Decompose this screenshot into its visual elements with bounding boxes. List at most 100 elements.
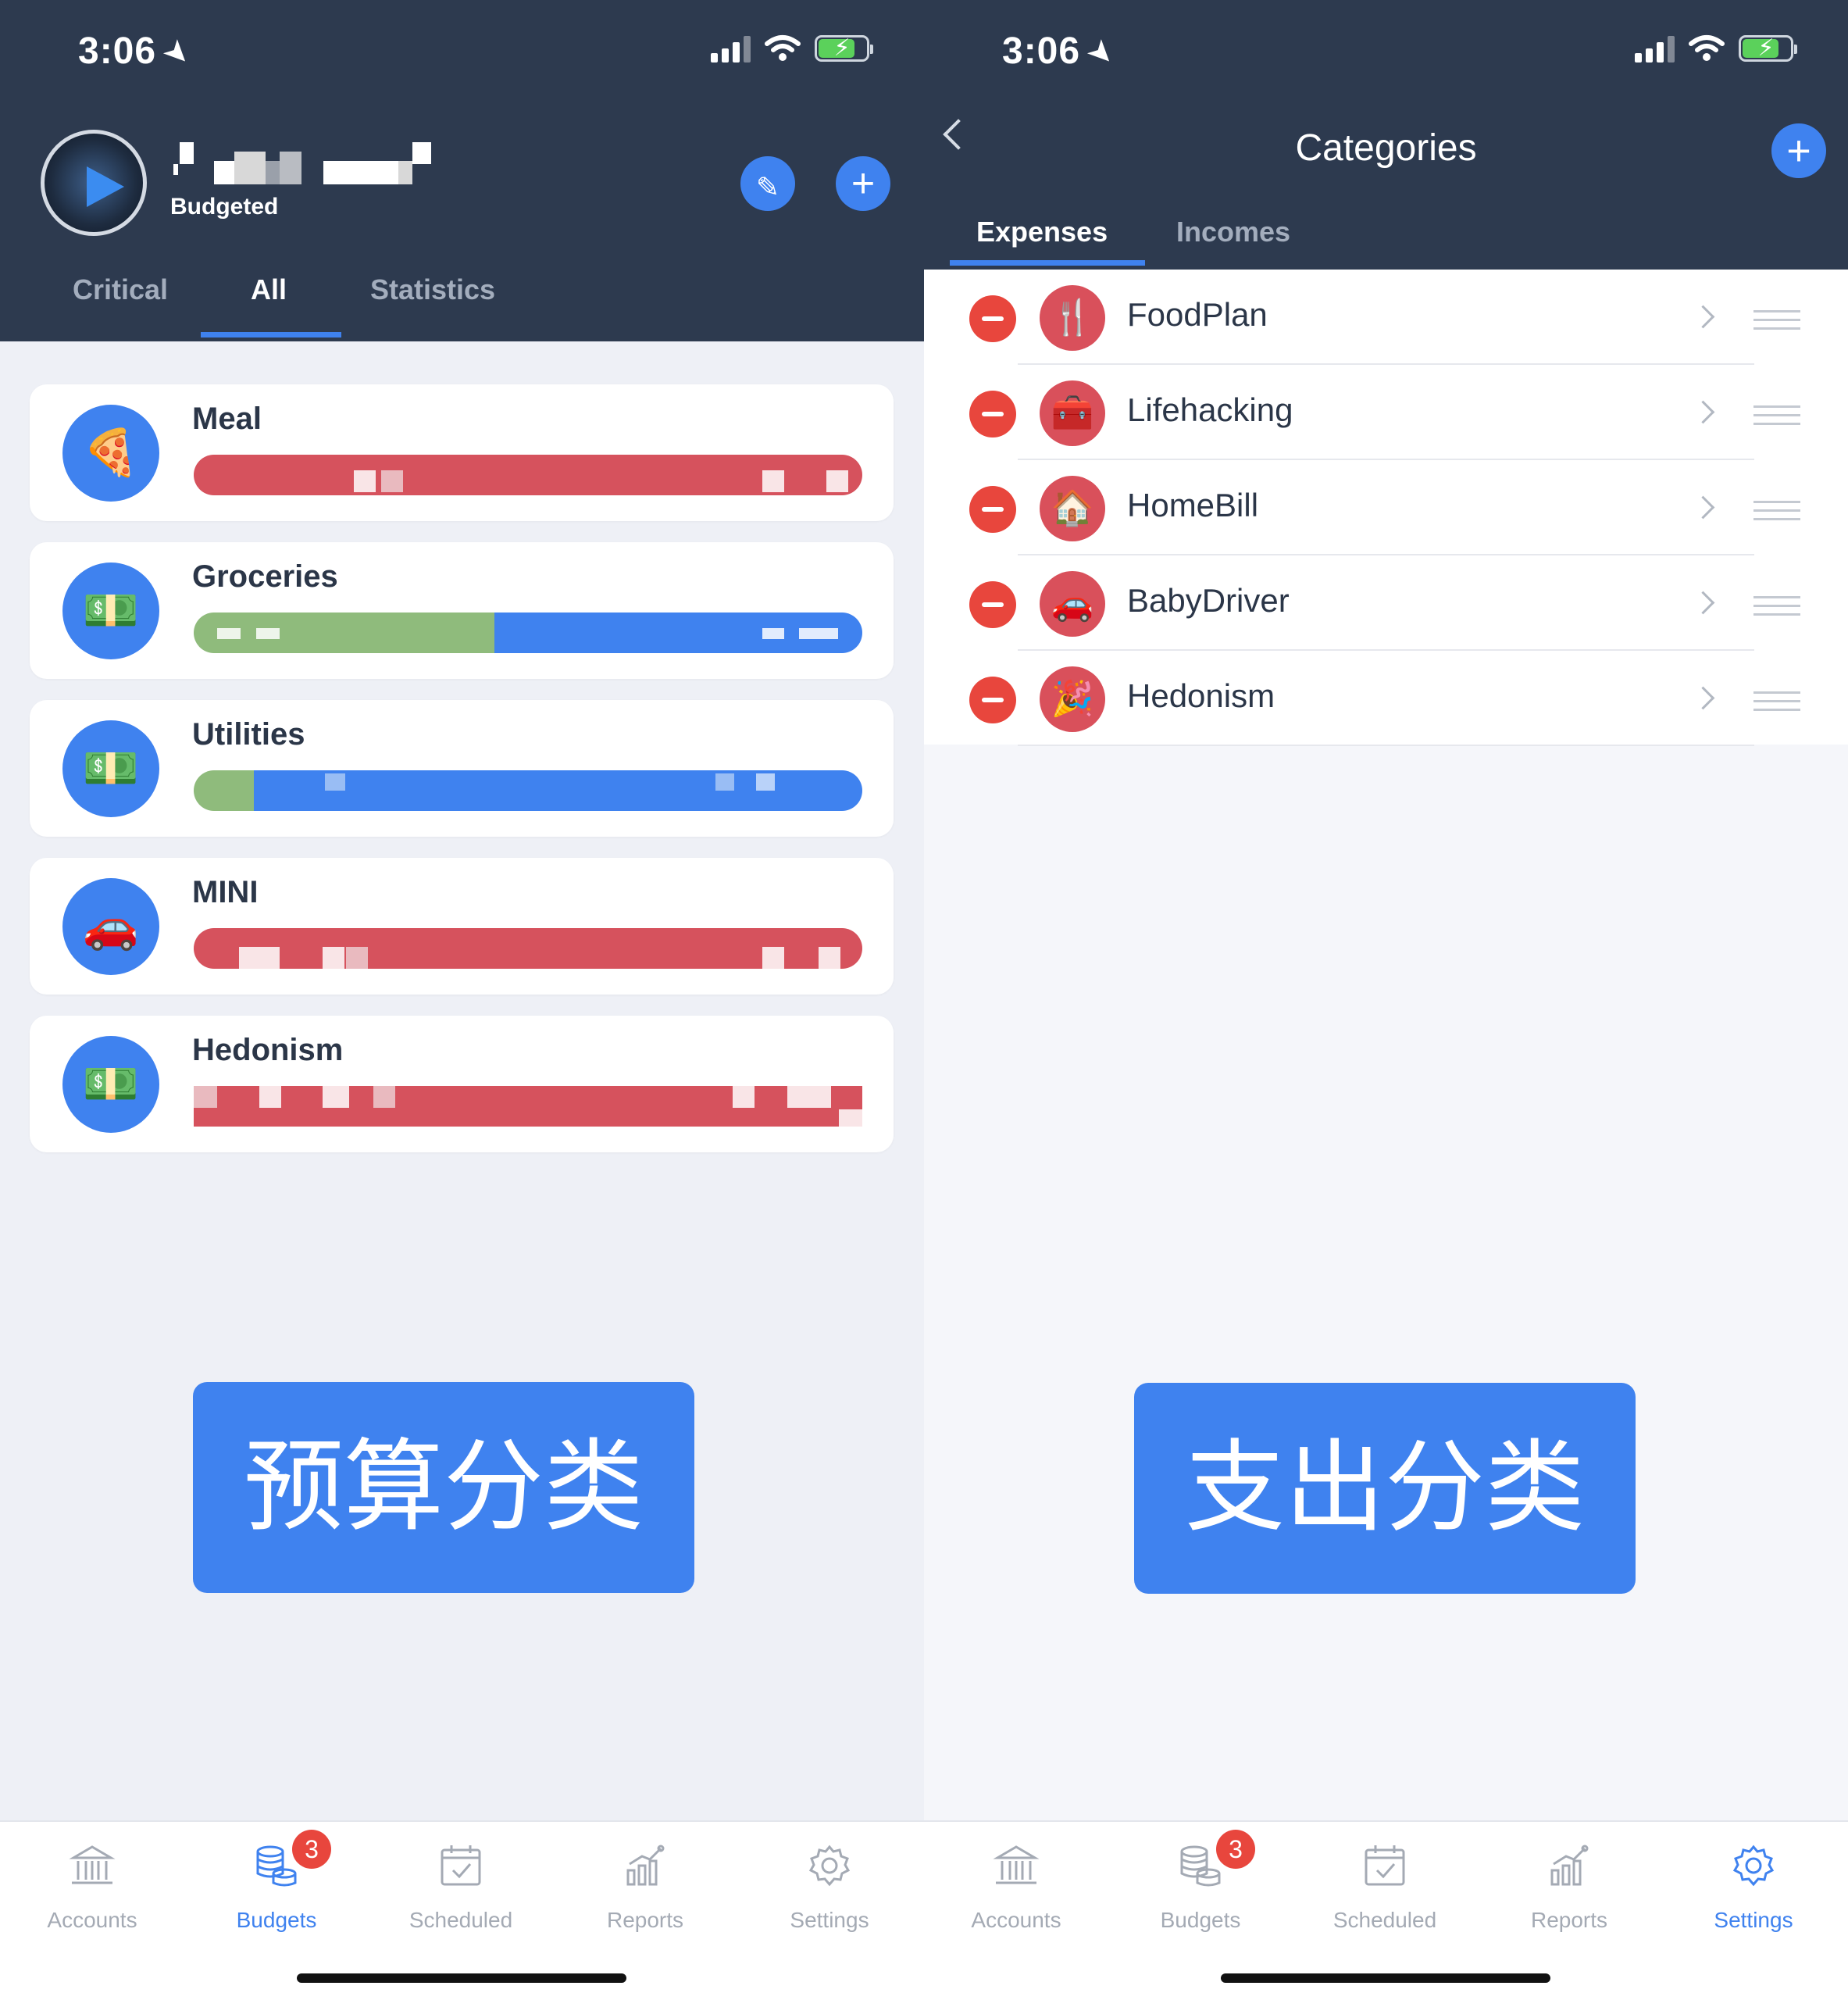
wifi-icon — [765, 35, 801, 61]
money-icon: 💵 — [62, 720, 159, 817]
bank-icon — [69, 1845, 116, 1884]
list-item[interactable]: 🚗 BabyDriver — [924, 555, 1848, 651]
category-name: Hedonism — [1127, 677, 1275, 714]
home-indicator — [1221, 1973, 1550, 1983]
category-name: HomeBill — [1127, 487, 1259, 523]
category-name: FoodPlan — [1127, 296, 1268, 333]
money-icon: 💵 — [62, 562, 159, 659]
tab-critical[interactable]: Critical — [73, 273, 168, 306]
budget-name: Groceries — [192, 559, 338, 594]
tab-label: Accounts — [971, 1908, 1061, 1932]
delete-button[interactable] — [969, 391, 1016, 438]
edit-button[interactable]: ✎ — [740, 156, 795, 211]
pencil-icon: ✎ — [755, 171, 780, 203]
budget-name: Hedonism — [192, 1033, 344, 1067]
location-arrow-icon: ➤ — [1079, 31, 1124, 75]
gear-icon — [808, 1845, 851, 1887]
house-icon: 🏠 — [1040, 476, 1105, 541]
add-category-button[interactable]: + — [1771, 123, 1826, 178]
tab-label: Budgets — [236, 1908, 317, 1932]
budget-card-utilities[interactable]: 💵 Utilities — [30, 700, 894, 837]
budget-progress-bar — [194, 612, 862, 653]
budget-progress-bar — [194, 455, 862, 495]
delete-button[interactable] — [969, 295, 1016, 342]
budget-card-meal[interactable]: 🍕 Meal — [30, 384, 894, 521]
cellular-signal-icon — [1635, 34, 1675, 62]
drag-handle-icon[interactable] — [1753, 310, 1800, 330]
car-icon: 🚗 — [1040, 571, 1105, 637]
gear-icon — [1732, 1845, 1775, 1887]
tab-label: Accounts — [47, 1908, 137, 1932]
tab-label: Reports — [1530, 1908, 1608, 1932]
battery-charging-icon: ⚡ — [815, 35, 873, 62]
budget-card-mini[interactable]: 🚗 MINI — [30, 858, 894, 995]
chevron-right-icon[interactable] — [1691, 686, 1715, 710]
delete-button[interactable] — [969, 486, 1016, 533]
home-indicator — [297, 1973, 626, 1983]
category-name: BabyDriver — [1127, 582, 1290, 619]
budget-card-hedonism[interactable]: 💵 Hedonism — [30, 1016, 894, 1152]
status-time: 3:06 — [78, 30, 157, 72]
battery-charging-icon: ⚡ — [1739, 35, 1797, 62]
chevron-right-icon[interactable] — [1691, 591, 1715, 615]
list-item[interactable]: 🎉 Hedonism — [924, 651, 1848, 746]
active-tab-indicator — [201, 332, 341, 338]
chart-icon — [626, 1845, 665, 1886]
budget-name: Utilities — [192, 717, 305, 752]
list-item[interactable]: 🧰 Lifehacking — [924, 365, 1848, 460]
drag-handle-icon[interactable] — [1753, 596, 1800, 616]
overlay-label-budget-categories: 预算分类 — [193, 1382, 694, 1593]
drag-handle-icon[interactable] — [1753, 405, 1800, 425]
tab-label: Budgets — [1160, 1908, 1241, 1932]
budget-card-groceries[interactable]: 💵 Groceries — [30, 542, 894, 679]
avatar[interactable] — [41, 130, 147, 236]
bank-icon — [993, 1845, 1040, 1884]
tab-incomes[interactable]: Incomes — [1176, 216, 1290, 248]
budgets-screen: 3:06➤ ⚡ Budgeted ✎ + Critical All Statis… — [0, 0, 924, 2000]
tab-expenses[interactable]: Expenses — [976, 216, 1108, 248]
categories-header: 3:06➤ ⚡ Categories + Expenses Incomes — [924, 0, 1848, 270]
calendar-check-icon — [441, 1845, 481, 1886]
active-tab-indicator — [950, 260, 1145, 266]
status-time: 3:06 — [1002, 30, 1081, 72]
page-title: Categories — [1295, 127, 1477, 169]
party-popper-icon: 🎉 — [1040, 666, 1105, 732]
tab-all[interactable]: All — [251, 273, 287, 306]
category-name: Lifehacking — [1127, 391, 1293, 428]
location-arrow-icon: ➤ — [155, 31, 200, 75]
delete-button[interactable] — [969, 677, 1016, 723]
plus-icon: + — [1786, 127, 1811, 174]
status-bar: 3:06➤ ⚡ — [0, 0, 924, 105]
budget-name: Meal — [192, 402, 262, 436]
chevron-right-icon[interactable] — [1691, 495, 1715, 520]
tab-label: Settings — [1714, 1908, 1793, 1932]
tab-statistics[interactable]: Statistics — [370, 273, 495, 306]
chart-icon — [1550, 1845, 1589, 1886]
budgets-badge: 3 — [292, 1830, 331, 1869]
status-bar: 3:06➤ ⚡ — [924, 0, 1848, 105]
categories-screen: 3:06➤ ⚡ Categories + Expenses Incomes 🍴 … — [924, 0, 1848, 2000]
wifi-icon — [1689, 35, 1725, 61]
drag-handle-icon[interactable] — [1753, 691, 1800, 711]
tab-label: Scheduled — [1332, 1908, 1437, 1932]
budget-tabs: Critical All Statistics — [0, 273, 924, 341]
tab-label: Scheduled — [408, 1908, 513, 1932]
chevron-right-icon[interactable] — [1691, 400, 1715, 424]
list-item[interactable]: 🏠 HomeBill — [924, 460, 1848, 555]
add-budget-button[interactable]: + — [836, 156, 890, 211]
category-list: 🍴 FoodPlan 🧰 Lifehacking 🏠 HomeBill 🚗 Ba — [924, 270, 1848, 746]
fork-knife-icon: 🍴 — [1040, 285, 1105, 351]
drag-handle-icon[interactable] — [1753, 501, 1800, 520]
delete-button[interactable] — [969, 581, 1016, 628]
car-icon: 🚗 — [62, 878, 159, 975]
budgets-badge: 3 — [1216, 1830, 1255, 1869]
budget-progress-bar — [194, 1086, 862, 1127]
list-item[interactable]: 🍴 FoodPlan — [924, 270, 1848, 365]
calendar-check-icon — [1365, 1845, 1405, 1886]
overlay-label-expense-categories: 支出分类 — [1134, 1383, 1636, 1594]
tab-label: Settings — [790, 1908, 869, 1932]
chevron-right-icon[interactable] — [1691, 305, 1715, 329]
money-icon: 💵 — [62, 1036, 159, 1133]
budget-progress-bar — [194, 770, 862, 811]
cellular-signal-icon — [711, 34, 751, 62]
